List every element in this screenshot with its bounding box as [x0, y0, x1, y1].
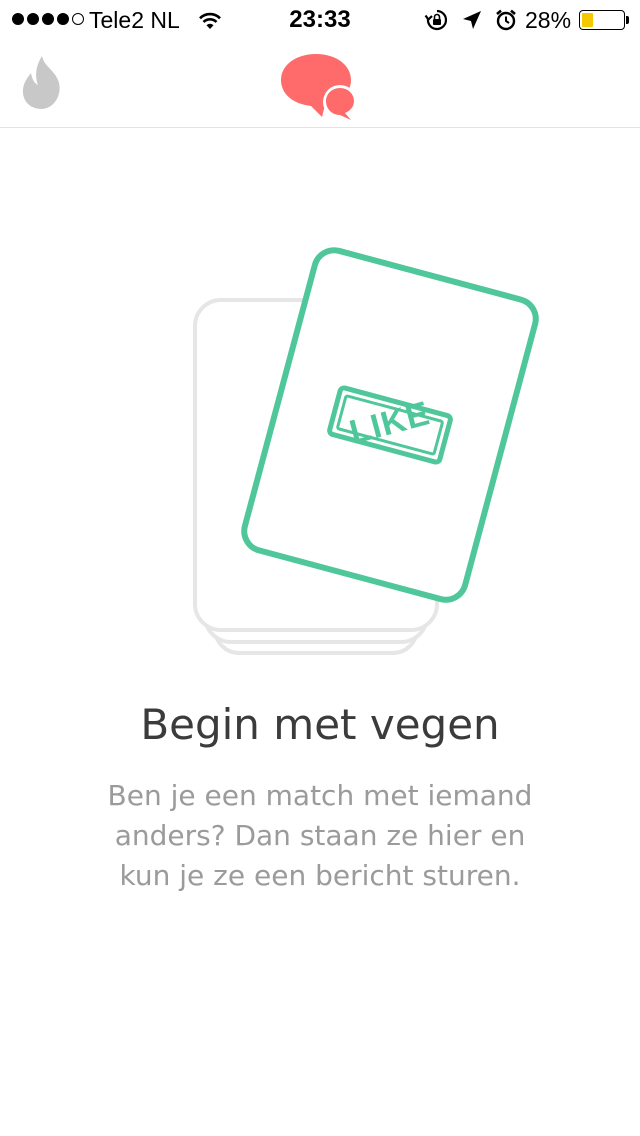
battery-nub	[626, 16, 629, 24]
empty-state-illustration: LIKE	[150, 220, 570, 680]
description-line: anders? Dan staan ze hier en	[114, 819, 526, 852]
status-bar: Tele2 NL 23:33 28%	[0, 0, 640, 40]
chat-bubbles-icon[interactable]	[278, 52, 362, 122]
empty-state-title: Begin met vegen	[140, 700, 500, 749]
nav-bar	[0, 40, 640, 128]
battery-level	[582, 13, 594, 27]
empty-state-description: Ben je een match met iemand anders? Dan …	[80, 776, 560, 896]
status-icons	[424, 8, 518, 32]
alarm-icon	[496, 9, 516, 31]
battery-percent: 28%	[525, 7, 572, 33]
description-line: kun je ze een bericht sturen.	[119, 859, 521, 892]
rotation-lock-icon	[424, 9, 448, 31]
battery-icon	[579, 10, 625, 30]
flame-icon[interactable]	[18, 54, 68, 112]
location-arrow-icon	[463, 11, 481, 29]
description-line: Ben je een match met iemand	[107, 779, 533, 812]
